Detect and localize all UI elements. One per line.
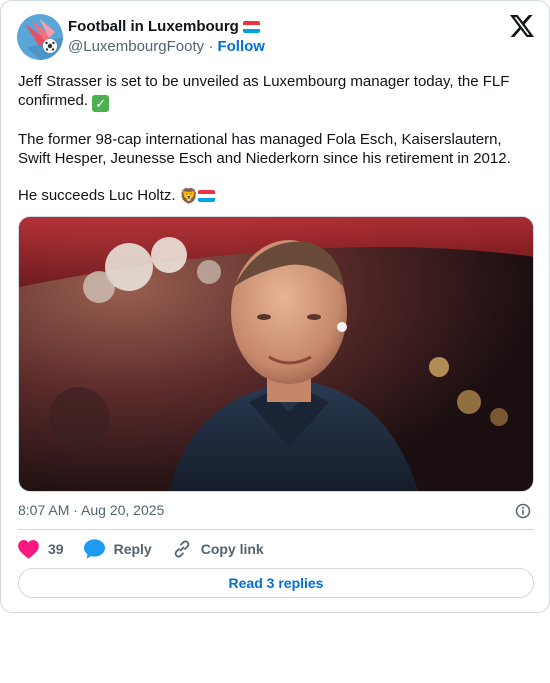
copy-link-label: Copy link xyxy=(200,541,264,557)
author-handle[interactable]: @LuxembourgFooty xyxy=(68,38,204,55)
lion-face-emoji: 🦁 xyxy=(179,188,199,205)
copy-link-button[interactable]: Copy link xyxy=(172,539,264,559)
tweet-timestamp[interactable]: 8:07 AM · Aug 20, 2025 xyxy=(18,502,164,518)
author-name-row[interactable]: Football in Luxembourg xyxy=(68,18,260,35)
heart-icon xyxy=(18,539,39,559)
follow-button[interactable]: Follow xyxy=(217,38,265,55)
author-name[interactable]: Football in Luxembourg xyxy=(68,18,239,35)
read-replies-button[interactable]: Read 3 replies xyxy=(18,568,534,598)
tweet-photo[interactable] xyxy=(18,216,534,492)
tweet-paragraph-2: The former 98-cap international has mana… xyxy=(18,131,511,167)
tweet-paragraph-3: He succeeds Luc Holtz. 🦁 xyxy=(18,186,518,206)
like-count: 39 xyxy=(48,541,64,557)
x-logo-icon[interactable] xyxy=(510,15,534,37)
link-icon xyxy=(174,540,189,558)
luxembourg-flag-icon xyxy=(198,190,216,203)
avatar[interactable] xyxy=(17,14,63,60)
reply-button[interactable]: Reply xyxy=(83,539,152,559)
tweet-text: Jeff Strasser is set to be unveiled as L… xyxy=(18,72,518,224)
author-meta: @LuxembourgFooty · Follow xyxy=(68,38,265,55)
info-icon[interactable] xyxy=(515,503,531,519)
reply-label: Reply xyxy=(113,541,152,557)
action-bar: 39 Reply Copy link xyxy=(18,537,284,561)
meta-separator: · xyxy=(208,38,214,55)
tweet-card: Football in Luxembourg @LuxembourgFooty … xyxy=(0,0,550,613)
check-mark-emoji: ✓ xyxy=(92,95,110,112)
tweet-paragraph-1: Jeff Strasser is set to be unveiled as L… xyxy=(18,73,510,112)
like-button[interactable]: 39 xyxy=(18,539,64,559)
divider xyxy=(18,529,534,530)
speech-bubble-icon xyxy=(83,539,105,559)
luxembourg-flag-icon xyxy=(242,20,260,33)
